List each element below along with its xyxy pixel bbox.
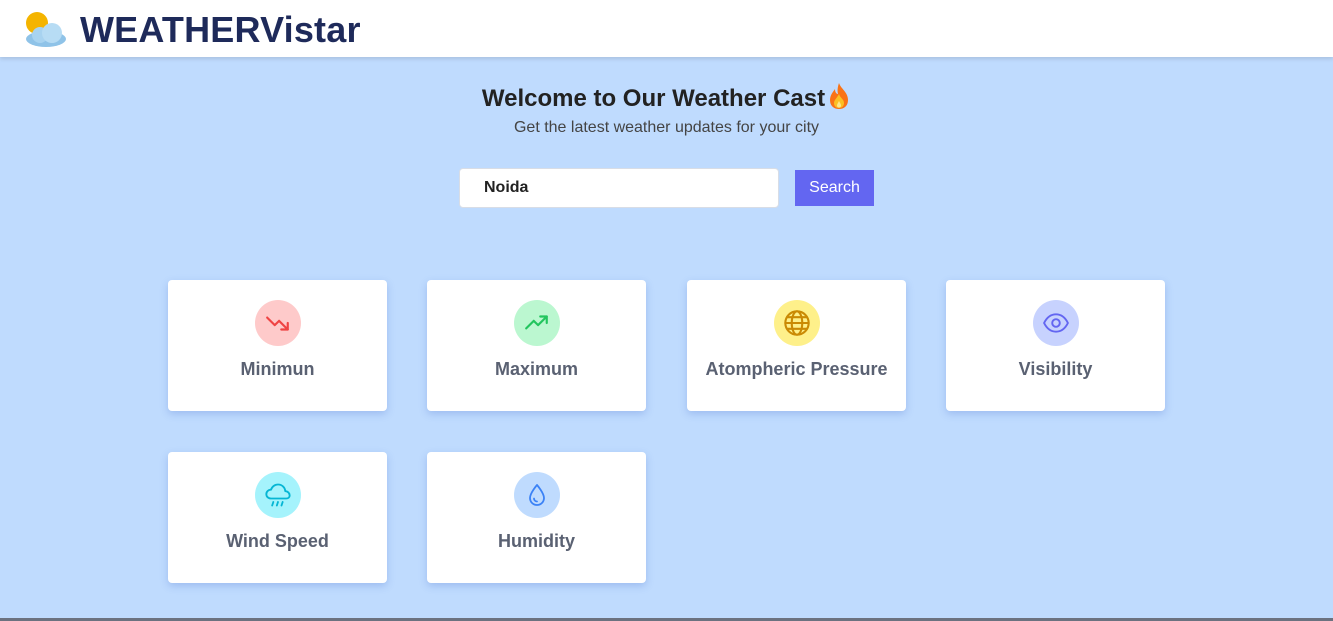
sun-behind-cloud-icon — [26, 12, 66, 47]
brand-title[interactable]: WEATHERVistar — [80, 9, 361, 51]
card-icon-circle — [254, 300, 301, 346]
page-title-text: Welcome to Our Weather Cast — [481, 85, 826, 112]
cloud-rain-icon — [264, 483, 291, 507]
card-icon-circle — [1032, 300, 1079, 346]
card-icon-circle — [773, 300, 820, 346]
card-label: Visibility — [1018, 359, 1093, 379]
card-humidity[interactable]: Humidity — [427, 452, 646, 583]
page-title: Welcome to Our Weather Cast — [0, 82, 1333, 113]
page-subtitle: Get the latest weather updates for your … — [513, 119, 820, 136]
card-icon-circle — [513, 472, 560, 518]
card-label: Minimun — [240, 359, 315, 379]
navbar: WEATHERVistar — [0, 0, 1333, 57]
trending-up-icon — [524, 315, 548, 330]
card-wind-speed[interactable]: Wind Speed — [168, 452, 387, 583]
eye-icon — [1042, 313, 1069, 333]
card-icon-circle — [254, 472, 301, 518]
search-button[interactable]: Search — [795, 170, 874, 206]
city-search-input[interactable] — [459, 168, 779, 208]
card-label: Wind Speed — [226, 531, 329, 551]
card-label: Humidity — [497, 531, 575, 551]
trending-down-icon — [265, 316, 289, 331]
card-minimum[interactable]: Minimun — [168, 280, 387, 411]
card-maximum[interactable]: Maximum — [427, 280, 646, 411]
card-pressure[interactable]: Atompheric Pressure — [687, 280, 906, 411]
droplet-icon — [528, 484, 545, 506]
card-visibility[interactable]: Visibility — [946, 280, 1165, 411]
fire-icon — [830, 83, 849, 109]
card-label: Maximum — [494, 359, 579, 379]
card-icon-circle — [513, 300, 560, 346]
card-label: Atompheric Pressure — [705, 359, 888, 379]
globe-icon — [783, 310, 810, 336]
